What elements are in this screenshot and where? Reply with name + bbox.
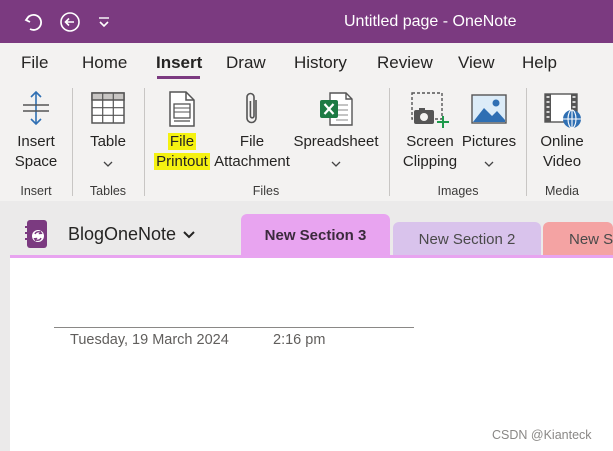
tab-home[interactable]: Home [82, 53, 127, 73]
group-label-files: Files [252, 184, 280, 198]
insert-space-icon [20, 90, 52, 126]
notebook-chevron-down-icon[interactable] [182, 228, 196, 240]
chevron-down-icon [103, 155, 113, 167]
watermark: CSDN @Kianteck [492, 428, 592, 442]
pictures-label: Pictures [461, 133, 517, 150]
online-video-label-1: Online [540, 133, 584, 150]
section-tab-active[interactable]: New Section 3 [241, 214, 390, 257]
ribbon-separator [389, 88, 390, 196]
menu-bar: File Home Insert Draw History Review Vie… [0, 43, 613, 83]
file-printout-label-1: File [167, 133, 197, 150]
file-printout-icon [166, 90, 198, 128]
screen-clipping-label-1: Screen [406, 133, 454, 150]
pictures-icon [470, 93, 508, 125]
page-date: Tuesday, 19 March 2024 [70, 332, 229, 348]
file-attachment-label-1: File [239, 133, 265, 150]
screen-clipping-button[interactable]: Screen Clipping [396, 88, 464, 176]
tab-draw[interactable]: Draw [226, 53, 266, 73]
tab-review[interactable]: Review [377, 53, 433, 73]
screen-clipping-label-2: Clipping [402, 153, 458, 170]
page-time: 2:16 pm [273, 332, 326, 348]
ribbon-separator [72, 88, 73, 196]
spreadsheet-button[interactable]: Spreadsheet [292, 88, 380, 176]
tab-help[interactable]: Help [522, 53, 557, 73]
notebook-icon[interactable] [24, 219, 50, 249]
group-label-insert: Insert [20, 184, 52, 198]
group-label-tables: Tables [89, 184, 127, 198]
tab-history[interactable]: History [294, 53, 347, 73]
tab-view[interactable]: View [458, 53, 495, 73]
spreadsheet-label: Spreadsheet [293, 133, 379, 150]
file-attachment-button[interactable]: File Attachment [214, 88, 290, 176]
table-label: Table [90, 133, 126, 150]
active-tab-underline [157, 76, 200, 79]
ribbon-separator [144, 88, 145, 196]
section-tab[interactable]: New Section 2 [393, 222, 541, 257]
pictures-button[interactable]: Pictures [460, 88, 518, 176]
page-margin [0, 257, 10, 451]
online-video-icon [543, 92, 583, 130]
insert-space-label-1: Insert [17, 133, 55, 150]
page-top-border [10, 255, 613, 258]
chevron-down-icon [331, 155, 341, 167]
excel-icon [318, 91, 354, 127]
section-tab-label: New S [569, 231, 613, 248]
online-video-button[interactable]: Online Video [534, 88, 590, 176]
file-printout-button[interactable]: File Printout [150, 88, 214, 176]
screen-clipping-icon [410, 90, 450, 130]
insert-space-button[interactable]: Insert Space [8, 88, 64, 176]
tab-insert[interactable]: Insert [156, 53, 202, 73]
notebook-name[interactable]: BlogOneNote [68, 224, 176, 244]
section-tab[interactable]: New S [543, 222, 613, 257]
online-video-label-2: Video [542, 153, 582, 170]
chevron-down-icon [484, 155, 494, 167]
ribbon-separator [526, 88, 527, 196]
file-printout-label-2: Printout [154, 153, 210, 170]
table-icon [90, 91, 126, 125]
paperclip-icon [242, 90, 262, 128]
file-attachment-label-2: Attachment [214, 153, 290, 170]
insert-space-label-2: Space [14, 153, 58, 170]
page-canvas[interactable] [10, 257, 613, 451]
group-label-images: Images [437, 184, 479, 198]
group-label-media: Media [544, 184, 580, 198]
page-title-line[interactable] [54, 327, 414, 328]
section-tab-label: New Section 3 [264, 227, 367, 244]
section-tab-label: New Section 2 [418, 231, 516, 248]
window-title-text: Untitled page - OneNote [344, 13, 517, 30]
table-button[interactable]: Table [80, 88, 136, 176]
tab-file[interactable]: File [21, 53, 48, 73]
window-title: Untitled page - OneNote [0, 0, 613, 43]
